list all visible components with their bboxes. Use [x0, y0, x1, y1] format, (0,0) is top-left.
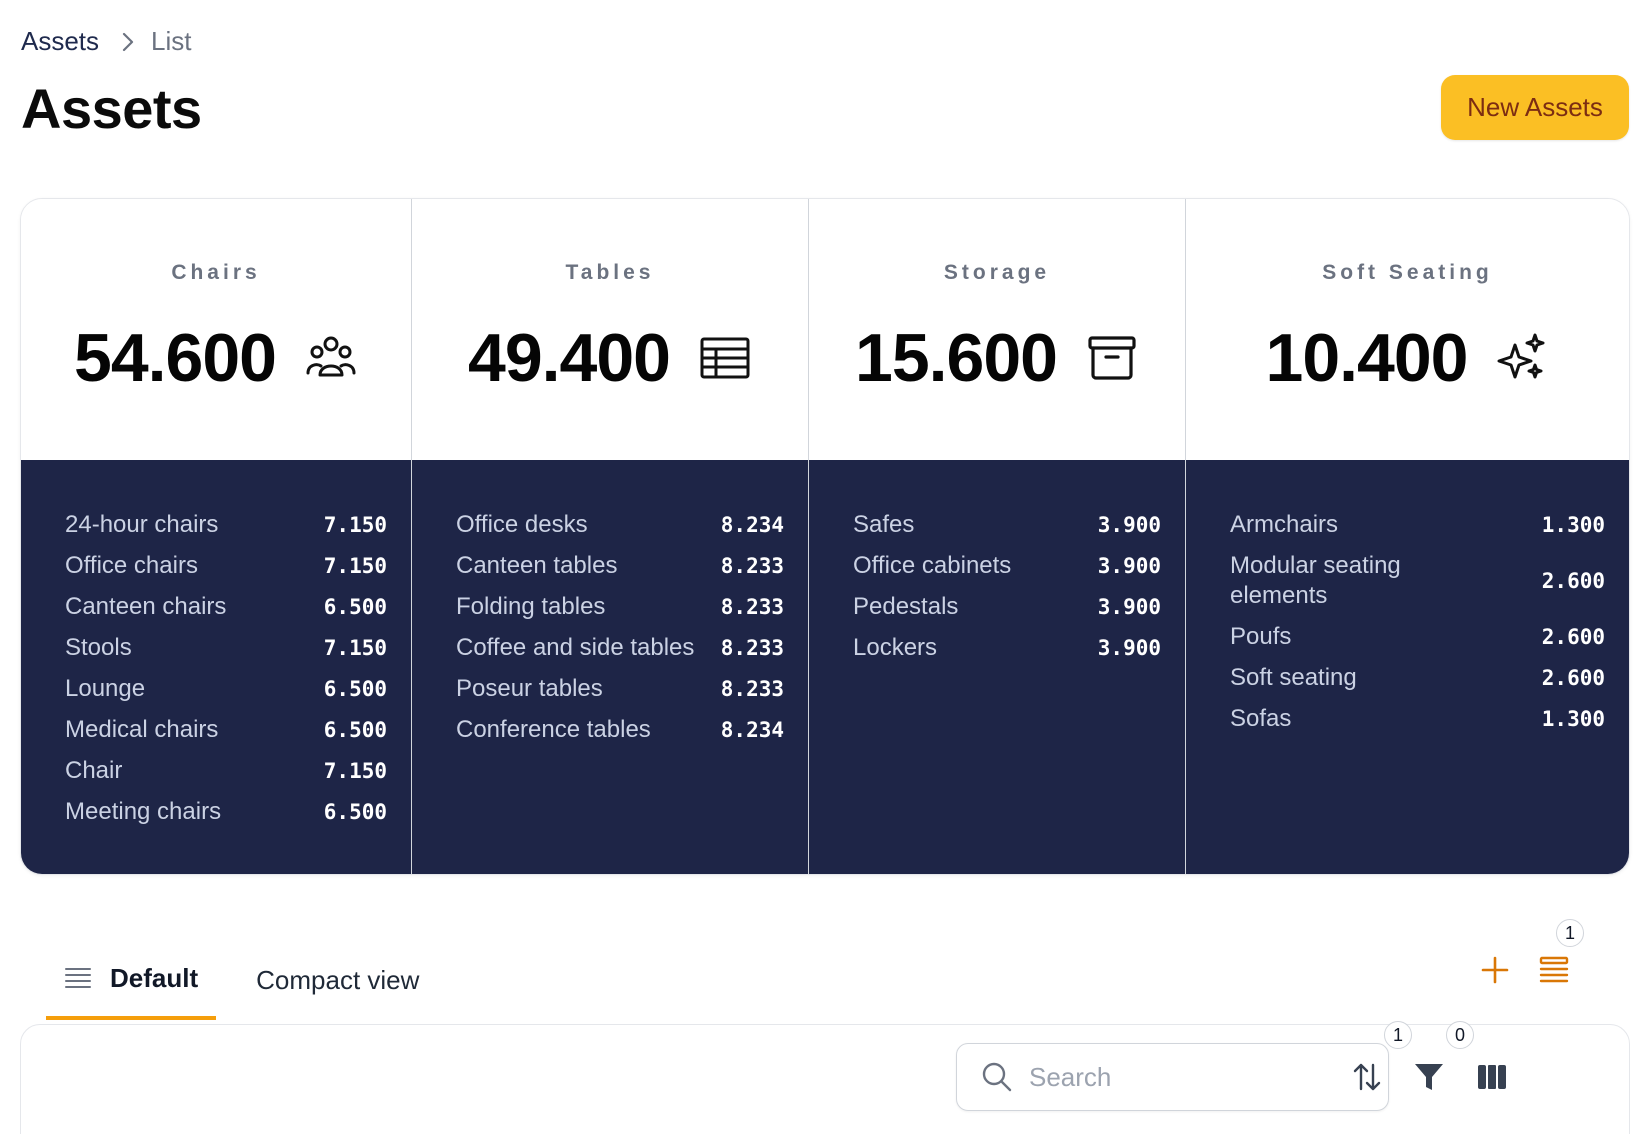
table-panel: 1 0: [20, 1021, 1630, 1134]
list-item: Canteen tables 8.233: [456, 552, 784, 579]
new-assets-button[interactable]: New Assets: [1441, 75, 1629, 140]
list-item: Pedestals 3.900: [853, 593, 1161, 620]
views-count-badge: 1: [1556, 919, 1584, 947]
list-item: Poseur tables 8.233: [456, 675, 784, 702]
list-item: Coffee and side tables 8.233: [456, 634, 784, 661]
tab-default-label: Default: [110, 962, 199, 993]
list-item: Safes 3.900: [853, 511, 1161, 538]
tab-compact-view[interactable]: Compact view: [238, 940, 437, 1020]
funnel-icon: [1415, 1064, 1443, 1090]
list-item: 24-hour chairs 7.150: [65, 511, 387, 538]
breadcrumb-current: List: [151, 26, 192, 56]
list-item: Medical chairs 6.500: [65, 716, 387, 743]
list-item: Canteen chairs 6.500: [65, 593, 387, 620]
manage-views-button[interactable]: 1: [1538, 919, 1584, 985]
stat-label: Storage: [943, 261, 1051, 284]
stat-label: Chairs: [171, 261, 261, 284]
list-item: Modular seating elements 2.600: [1230, 552, 1605, 609]
list-item: Soft seating 2.600: [1230, 664, 1605, 691]
stat-card-soft-seating: Soft Seating 10.400 Armchairs 1.300 Modul…: [1186, 199, 1629, 874]
view-tabs: Default Compact view: [46, 940, 437, 1020]
plus-icon: [1481, 956, 1509, 984]
stat-label: Tables: [565, 261, 655, 284]
search-box[interactable]: [956, 1043, 1389, 1111]
tab-default[interactable]: Default: [46, 940, 217, 1020]
breadcrumb: Assets List: [21, 26, 192, 57]
chevron-right-icon: [121, 31, 135, 53]
add-view-button[interactable]: [1480, 955, 1510, 985]
list-item: Chair 7.150: [65, 757, 387, 784]
page-title: Assets: [21, 77, 202, 140]
list-item: Meeting chairs 6.500: [65, 798, 387, 825]
stat-total: 49.400: [468, 320, 671, 396]
list-item: Folding tables 8.233: [456, 593, 784, 620]
stat-card-tables: Tables 49.400 Office desks 8.234 Canteen …: [412, 199, 809, 874]
sort-count-badge: 1: [1384, 1021, 1412, 1049]
stat-card-chairs: Chairs 54.600 24-hour chairs 7.150 Office…: [21, 199, 412, 874]
breadcrumb-assets-link[interactable]: Assets: [21, 26, 99, 57]
stats-panel: Chairs 54.600 24-hour chairs 7.150 Office…: [20, 198, 1630, 875]
filter-button[interactable]: 0: [1413, 1021, 1474, 1093]
stat-total: 10.400: [1265, 320, 1469, 396]
stat-label: Soft Seating: [1322, 261, 1493, 284]
columns-icon: [1478, 1065, 1506, 1089]
list-item: Office cabinets 3.900: [853, 552, 1161, 579]
list-item: Sofas 1.300: [1230, 705, 1605, 732]
tab-actions: 1: [1480, 919, 1584, 985]
list-item: Conference tables 8.234: [456, 716, 784, 743]
search-icon: [982, 1062, 1012, 1092]
archive-box-icon: [1085, 331, 1139, 385]
filter-count-badge: 0: [1446, 1021, 1474, 1049]
list-item: Stools 7.150: [65, 634, 387, 661]
columns-button[interactable]: [1476, 1061, 1508, 1093]
list-item: Poufs 2.600: [1230, 623, 1605, 650]
list-item: Armchairs 1.300: [1230, 511, 1605, 538]
search-input[interactable]: [1029, 1061, 1369, 1093]
sparkles-icon: [1495, 331, 1549, 385]
stat-total: 54.600: [74, 320, 277, 396]
list-item: Lockers 3.900: [853, 634, 1161, 661]
stat-total: 15.600: [855, 320, 1058, 396]
table-icon: [698, 331, 752, 385]
list-lines-icon: [64, 966, 92, 990]
tab-compact-label: Compact view: [256, 964, 420, 995]
list-item: Office desks 8.234: [456, 511, 784, 538]
sort-button[interactable]: 1: [1351, 1021, 1412, 1093]
list-item: Lounge 6.500: [65, 675, 387, 702]
stat-card-storage: Storage 15.600 Safes 3.900 Office cabinet…: [809, 199, 1186, 874]
stack-list-icon: [1539, 956, 1569, 983]
list-item: Office chairs 7.150: [65, 552, 387, 579]
users-group-icon: [304, 331, 358, 385]
sort-arrows-icon: [1353, 1063, 1381, 1091]
